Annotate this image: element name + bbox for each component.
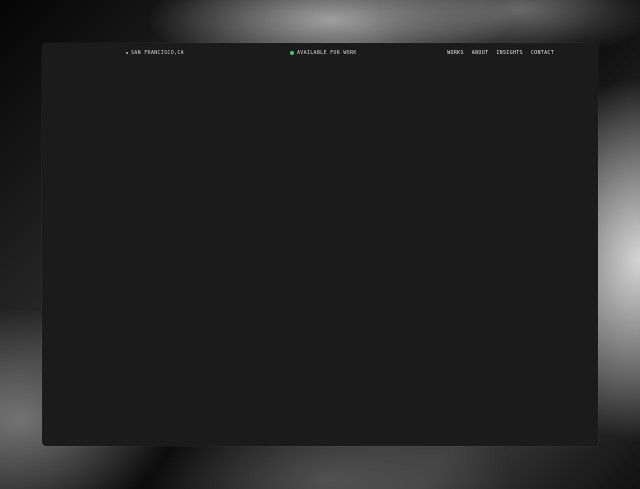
location-info: SAN FRANCISCO,CA (126, 50, 184, 56)
status-text: AVAILABLE FOR WORK (297, 50, 357, 56)
nav-contact[interactable]: CONTACT (531, 50, 554, 56)
top-bar: SAN FRANCISCO,CA AVAILABLE FOR WORK WORK… (42, 43, 598, 63)
availability-status: AVAILABLE FOR WORK (290, 50, 357, 56)
nav-insights[interactable]: INSIGHTS (496, 50, 522, 56)
status-dot-icon (290, 51, 294, 55)
main-nav: WORKS ABOUT INSIGHTS CONTACT (447, 50, 554, 56)
bullet-icon (126, 52, 128, 54)
site-window: SAN FRANCISCO,CA AVAILABLE FOR WORK WORK… (42, 43, 598, 446)
nav-about[interactable]: ABOUT (472, 50, 489, 56)
location-text: SAN FRANCISCO,CA (131, 50, 184, 56)
nav-works[interactable]: WORKS (447, 50, 464, 56)
